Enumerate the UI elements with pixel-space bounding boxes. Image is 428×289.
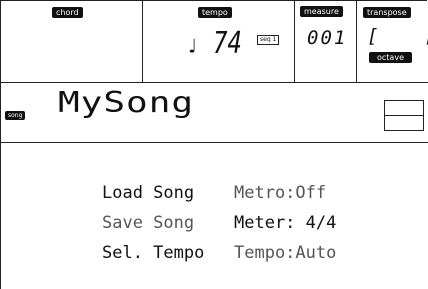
tempo-label: tempo bbox=[198, 7, 232, 18]
measure-value: 001 bbox=[307, 27, 348, 49]
tempo-value: 74 bbox=[213, 26, 242, 61]
menu-select-tempo[interactable]: Sel. Tempo bbox=[102, 243, 204, 263]
quarter-note-icon: ♩ bbox=[186, 34, 199, 58]
header-strip: chord tempo ♩ 74 seq 1 measure 001 trans… bbox=[0, 0, 428, 83]
menu-save-song[interactable]: Save Song bbox=[102, 213, 194, 233]
song-page-box bbox=[384, 100, 424, 131]
song-bar: song MySong bbox=[0, 83, 428, 143]
transpose-label: transpose bbox=[363, 7, 411, 18]
transpose-value: [ [ bbox=[367, 25, 428, 47]
song-name[interactable]: MySong bbox=[58, 85, 194, 122]
octave-label: octave bbox=[369, 52, 412, 63]
menu-metronome[interactable]: Metro:Off bbox=[234, 183, 326, 203]
tempo-cell[interactable]: tempo ♩ 74 seq 1 bbox=[143, 0, 295, 82]
measure-cell: measure 001 bbox=[295, 0, 357, 82]
measure-label: measure bbox=[300, 6, 343, 17]
chord-cell[interactable]: chord bbox=[0, 0, 143, 82]
transpose-cell[interactable]: transpose [ [ octave bbox=[357, 0, 428, 82]
menu-load-song[interactable]: Load Song bbox=[102, 183, 194, 203]
menu-meter[interactable]: Meter: 4/4 bbox=[234, 213, 336, 233]
chord-label: chord bbox=[52, 7, 83, 18]
song-badge: song bbox=[5, 111, 26, 120]
song-page-divider bbox=[385, 115, 423, 116]
sequencer-badge: seq 1 bbox=[257, 35, 280, 45]
menu-tempo-mode[interactable]: Tempo:Auto bbox=[234, 243, 336, 263]
